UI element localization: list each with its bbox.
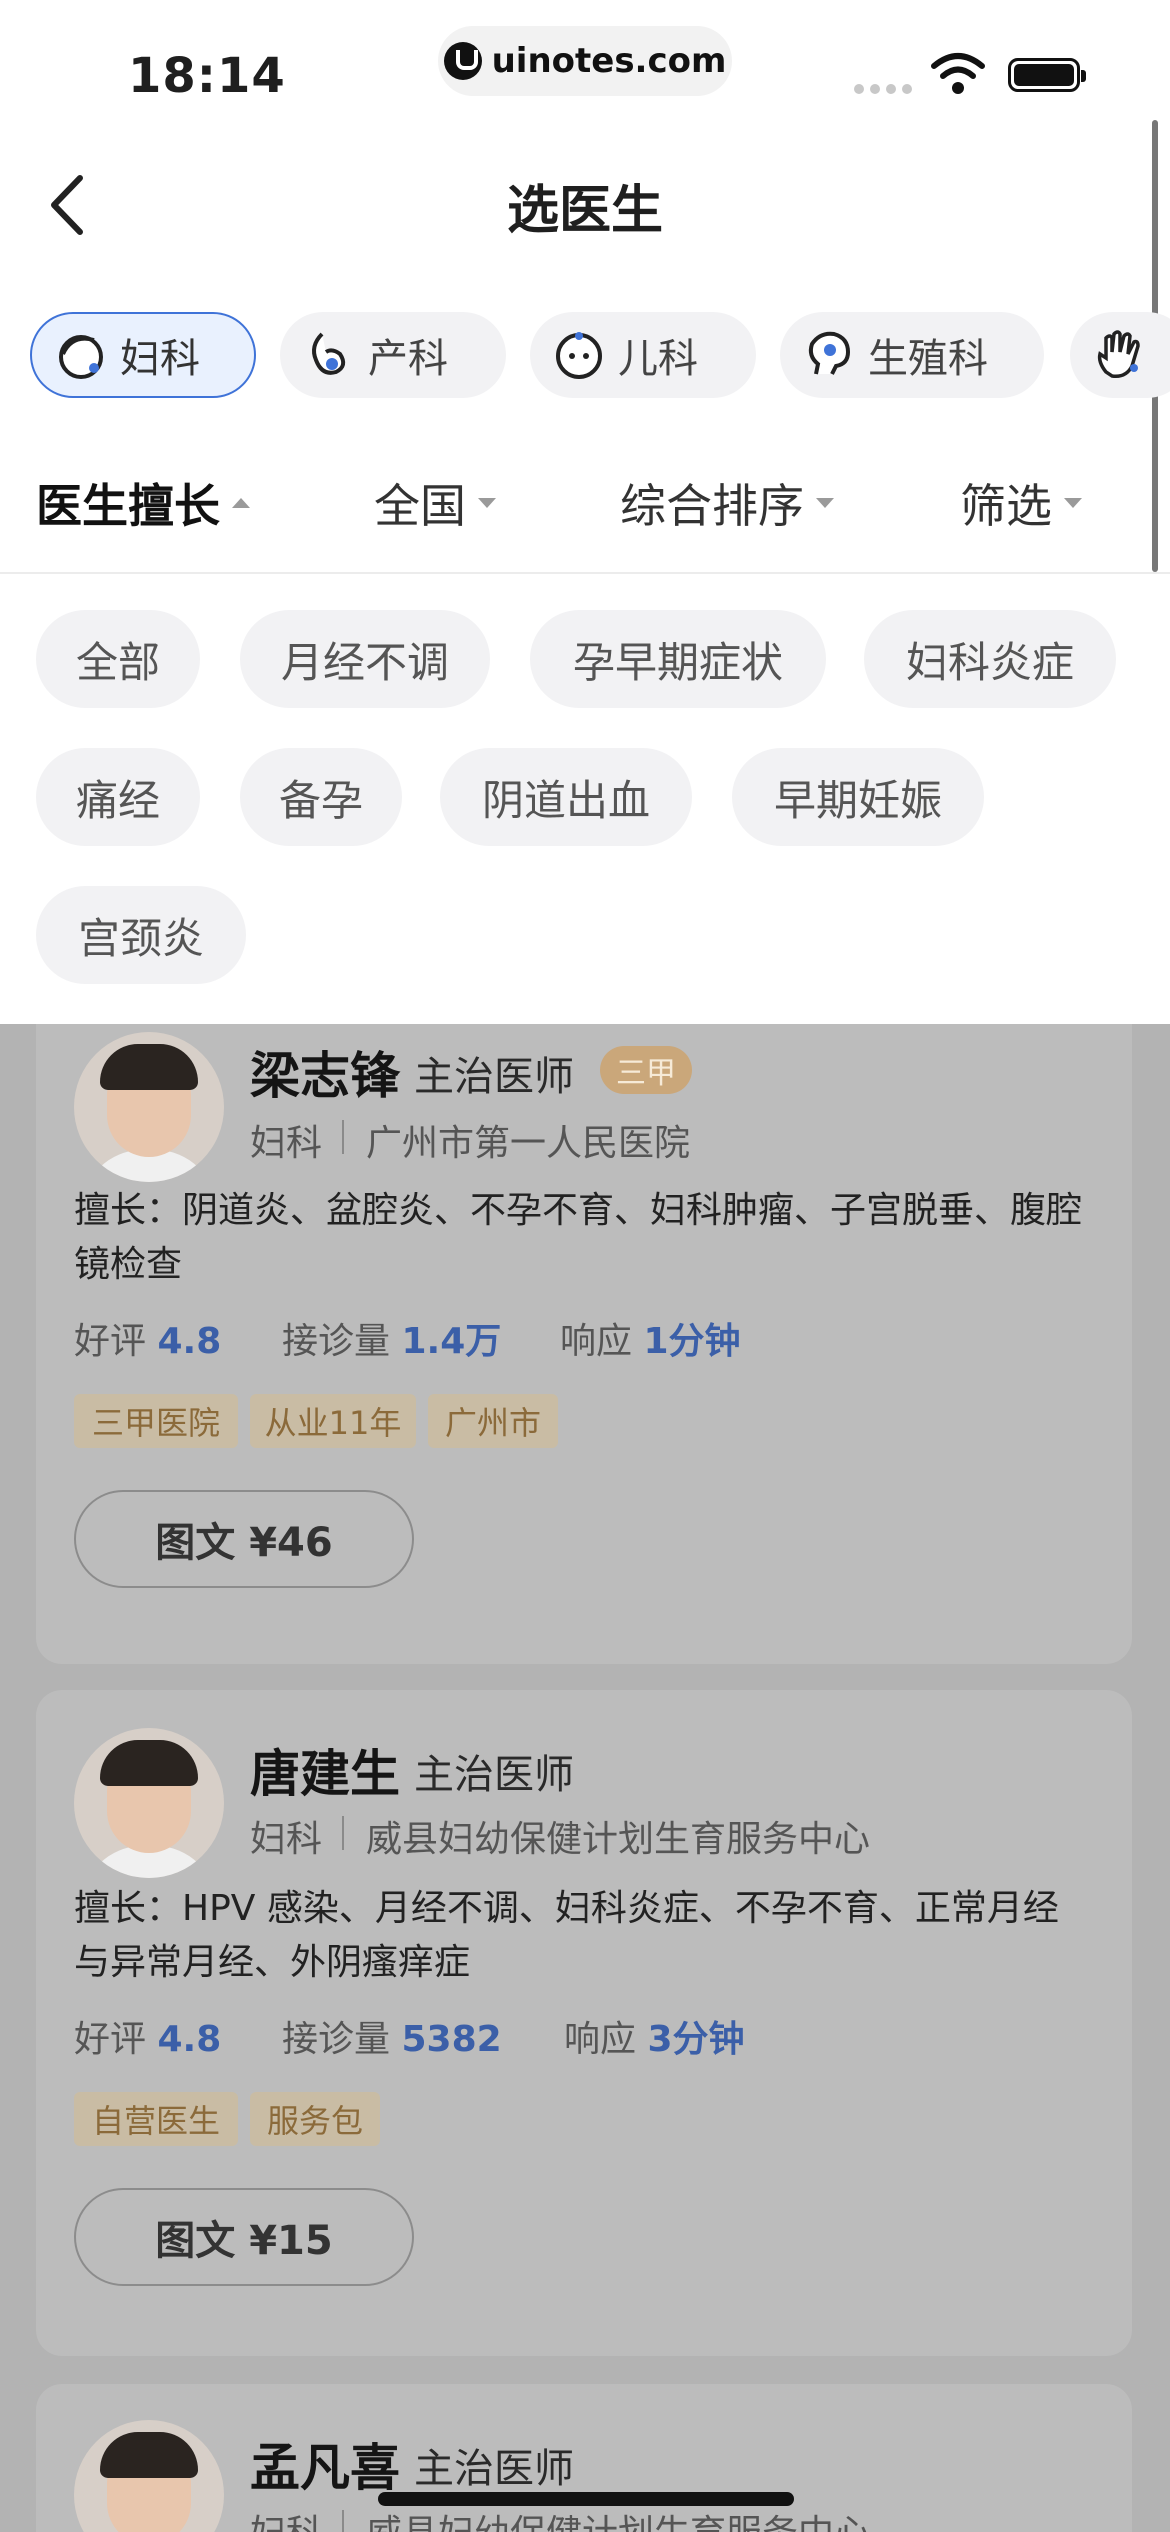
tag-option[interactable]: 妇科炎症 (864, 610, 1116, 708)
response-value: 3分钟 (647, 2019, 745, 2060)
sort-order[interactable]: 综合排序 (620, 470, 834, 536)
doctor-title: 主治医师 (414, 1054, 574, 1100)
head-profile-icon (808, 331, 851, 375)
home-indicator[interactable] (378, 2492, 794, 2506)
doctor-hospital: 广州市第一人民医院 (366, 1123, 691, 1164)
sort-region-label: 全国 (374, 479, 466, 533)
category-reproductive[interactable]: 生殖科 (780, 312, 1044, 398)
doctor-specialty: 擅长：阴道炎、盆腔炎、不孕不育、妇科肿瘤、子宫脱垂、腹腔镜检查 (74, 1190, 1083, 1285)
pregnant-icon (312, 332, 346, 375)
response-stat: 响应 3分钟 (564, 2010, 745, 2062)
consult-label: 接诊量 (282, 1321, 391, 1362)
consult-value: 5382 (401, 2019, 502, 2060)
consult-stat: 接诊量 5382 (282, 2010, 502, 2062)
rating-label: 好评 (74, 1321, 147, 1362)
rating-value: 4.8 (157, 2019, 222, 2060)
tag-option[interactable]: 早期妊娠 (732, 748, 984, 846)
doctor-dept: 妇科 (250, 1819, 323, 1860)
sort-specialty-label: 医生擅长 (36, 479, 220, 533)
hospital-grade-badge: 三甲 (600, 1046, 692, 1094)
rating-stat: 好评 4.8 (74, 1312, 221, 1364)
battery-icon (1008, 58, 1086, 92)
consult-price-button[interactable]: 图文 ¥46 (74, 1490, 414, 1588)
caret-down-icon (816, 498, 834, 508)
tag-option[interactable]: 备孕 (240, 748, 402, 846)
sort-filter-label: 筛选 (960, 479, 1052, 533)
tag-option[interactable]: 痛经 (36, 748, 200, 846)
doctor-avatar (74, 1032, 224, 1182)
sort-specialty[interactable]: 医生擅长 (36, 470, 250, 536)
page-title: 选医生 (506, 181, 663, 241)
doctor-hospital: 威县妇幼保健计划生育服务中心 (366, 2504, 870, 2532)
woman-face-icon (59, 335, 103, 379)
info-chip: 自营医生 (74, 2092, 238, 2146)
info-chip: 从业11年 (250, 1394, 416, 1448)
doctor-card[interactable]: 唐建生 主治医师 妇科 威县妇幼保健计划生育服务中心 擅长：HPV 感染、月经不… (36, 1690, 1132, 2356)
sort-region[interactable]: 全国 (374, 470, 496, 536)
doctor-dept: 妇科 (250, 1123, 323, 1164)
doctor-avatar (74, 2420, 224, 2532)
hand-icon (1097, 330, 1140, 379)
category-gynecology[interactable]: 妇科 (30, 312, 256, 398)
divider (342, 2510, 344, 2532)
info-chip: 广州市 (428, 1394, 558, 1448)
uinotes-logo-icon (443, 42, 482, 80)
category-label: 儿科 (618, 336, 698, 382)
doctor-title: 主治医师 (414, 2446, 574, 2492)
tag-option[interactable]: 宫颈炎 (36, 886, 246, 984)
rating-value: 4.8 (157, 1321, 222, 1362)
divider (342, 1816, 344, 1850)
status-time: 18:14 (128, 48, 286, 104)
consult-label: 接诊量 (282, 2019, 391, 2060)
info-chip: 三甲医院 (74, 1394, 238, 1448)
tag-option[interactable]: 阴道出血 (440, 748, 692, 846)
consult-price-button[interactable]: 图文 ¥15 (74, 2188, 414, 2286)
doctor-dept: 妇科 (250, 2504, 322, 2532)
response-stat: 响应 1分钟 (560, 1312, 741, 1364)
response-value: 1分钟 (643, 1321, 741, 1362)
caret-down-icon (1064, 498, 1082, 508)
divider (342, 1120, 344, 1154)
sort-filter[interactable]: 筛选 (960, 470, 1082, 536)
doctor-name: 唐建生 (250, 1745, 400, 1803)
category-pediatrics[interactable]: 儿科 (530, 312, 756, 398)
caret-up-icon (232, 498, 250, 508)
specialty-tag-panel: 全部 月经不调 孕早期症状 妇科炎症 痛经 备孕 阴道出血 早期妊娠 宫颈炎 (0, 574, 1170, 1024)
tag-option[interactable]: 全部 (36, 610, 200, 708)
doctor-name: 孟凡喜 (250, 2439, 400, 2497)
rating-stat: 好评 4.8 (74, 2010, 221, 2062)
doctor-title: 主治医师 (414, 1752, 574, 1798)
signal-icon (854, 84, 912, 94)
doctor-avatar (74, 1728, 224, 1878)
doctor-card[interactable]: 孟凡喜 主治医师 妇科 威县妇幼保健计划生育服务中心 (36, 2384, 1132, 2532)
baby-face-icon (556, 332, 602, 379)
caret-down-icon (478, 498, 496, 508)
tag-option[interactable]: 月经不调 (240, 610, 490, 708)
category-more[interactable] (1070, 312, 1170, 398)
url-pill: uinotes.com (438, 26, 732, 96)
response-label: 响应 (564, 2019, 637, 2060)
url-text: uinotes.com (491, 41, 727, 81)
doctor-list-overlay[interactable]: 梁志锋 主治医师 三甲 妇科 广州市第一人民医院 擅长：阴道炎、盆腔炎、不孕不育… (0, 1024, 1170, 2532)
doctor-card[interactable]: 梁志锋 主治医师 三甲 妇科 广州市第一人民医院 擅长：阴道炎、盆腔炎、不孕不育… (36, 1024, 1132, 1664)
doctor-hospital: 威县妇幼保健计划生育服务中心 (366, 1819, 871, 1860)
wifi-icon (931, 53, 985, 94)
sort-order-label: 综合排序 (620, 479, 804, 533)
tag-option[interactable]: 孕早期症状 (530, 610, 826, 708)
doctor-name: 梁志锋 (250, 1047, 400, 1105)
category-label: 生殖科 (868, 336, 988, 382)
info-chip: 服务包 (250, 2092, 380, 2146)
category-label: 产科 (368, 336, 448, 382)
category-obstetrics[interactable]: 产科 (280, 312, 506, 398)
consult-stat: 接诊量 1.4万 (282, 1312, 501, 1364)
response-label: 响应 (560, 1321, 633, 1362)
rating-label: 好评 (74, 2019, 147, 2060)
category-label: 妇科 (120, 336, 200, 382)
doctor-specialty: 擅长：HPV 感染、月经不调、妇科炎症、不孕不育、正常月经与异常月经、外阴瘙痒症 (74, 1888, 1059, 1983)
consult-value: 1.4万 (401, 1321, 502, 1362)
